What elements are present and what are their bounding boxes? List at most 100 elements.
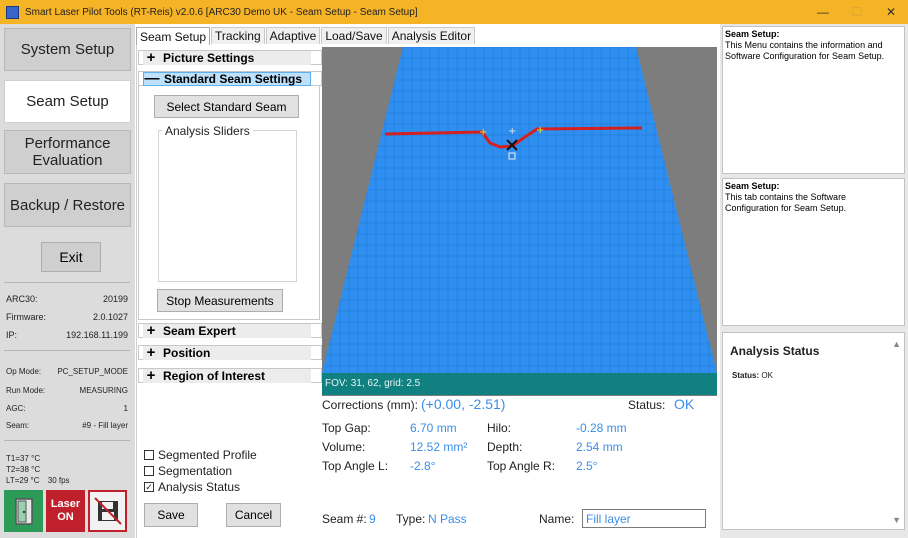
system-setup-button[interactable]: System Setup: [4, 28, 131, 71]
segmented-profile-option[interactable]: Segmented Profile: [144, 448, 257, 462]
fov-status-bar: FOV: 31, 62, grid: 2.5: [322, 373, 717, 395]
picture-settings-section: + Picture Settings: [138, 50, 322, 65]
top-gap-label: Top Gap:: [322, 421, 371, 435]
position-section: + Position: [138, 345, 322, 360]
center-marker: +: [508, 126, 516, 137]
tab-tracking[interactable]: Tracking: [211, 27, 265, 44]
arc30-value: 20199: [102, 294, 128, 304]
laser-on-button[interactable]: Laser ON: [46, 490, 85, 532]
top-angle-r-label: Top Angle R:: [487, 459, 556, 473]
position-header[interactable]: + Position: [143, 344, 311, 361]
expand-plus-icon: +: [146, 344, 156, 361]
temp-lt-row: LT=29 °C 30 fps: [6, 475, 70, 486]
app-icon: [6, 5, 19, 19]
exit-button[interactable]: Exit: [41, 242, 101, 272]
standard-seam-settings-header[interactable]: — Standard Seam Settings: [143, 70, 311, 87]
opmode-value: PC_SETUP_MODE: [57, 367, 128, 376]
corrections-value: (+0.00, -2.51): [421, 396, 506, 412]
temp-t2: T2=38 °C: [6, 465, 41, 474]
analysis-status-label: Analysis Status: [158, 480, 241, 494]
seam-row: Seam: #9 - Fill layer: [6, 421, 128, 430]
laser-label: Laser: [50, 498, 81, 510]
info-separator-1: [4, 282, 130, 283]
floppy-disk-graphic: [93, 497, 122, 525]
segmentation-option[interactable]: Segmentation: [144, 464, 232, 478]
tab-help-text: This tab contains the Software Configura…: [725, 192, 847, 213]
tab-load-save[interactable]: Load/Save: [321, 27, 387, 44]
floppy-disk-icon[interactable]: [88, 490, 127, 532]
performance-evaluation-button[interactable]: Performance Evaluation: [4, 130, 131, 174]
arc30-label: ARC30:: [6, 294, 38, 304]
picture-settings-header[interactable]: + Picture Settings: [143, 49, 311, 66]
segmentation-checkbox[interactable]: [144, 466, 154, 476]
tab-adaptive[interactable]: Adaptive: [265, 27, 321, 44]
backup-restore-button[interactable]: Backup / Restore: [4, 183, 131, 227]
position-label: Position: [163, 346, 211, 360]
seam-expert-header[interactable]: + Seam Expert: [143, 322, 311, 339]
menu-help-box: Seam Setup: This Menu contains the infor…: [722, 26, 905, 174]
temperature-readouts: T1=37 °C T2=38 °C LT=29 °C 30 fps: [6, 453, 70, 486]
scroll-down-arrow-icon[interactable]: ▼: [892, 515, 901, 525]
analysis-sliders-group: [158, 130, 297, 282]
close-button[interactable]: ✕: [874, 0, 908, 24]
top-gap-value: 6.70 mm: [410, 421, 457, 435]
hilo-label: Hilo:: [487, 421, 512, 435]
camera-view[interactable]: + + +: [322, 47, 717, 396]
analysis-status-option[interactable]: ✓ Analysis Status: [144, 480, 240, 494]
left-edge-marker: +: [479, 127, 487, 138]
right-edge-marker: +: [536, 125, 544, 136]
runmode-value: MEASURING: [79, 386, 128, 395]
analysis-status-checkbox[interactable]: ✓: [144, 482, 154, 492]
firmware-value: 2.0.1027: [92, 312, 128, 322]
performance-evaluation-label-line1: Performance: [24, 135, 111, 152]
region-of-interest-header[interactable]: + Region of Interest: [143, 368, 311, 383]
select-standard-seam-button[interactable]: Select Standard Seam: [154, 95, 299, 118]
laser-state: ON: [57, 511, 74, 523]
tab-help-box: Seam Setup: This tab contains the Softwa…: [722, 178, 905, 326]
agc-value: 1: [123, 404, 128, 413]
collapse-minus-icon: —: [144, 70, 160, 87]
volume-value: 12.52 mm²: [410, 440, 468, 454]
firmware-row: Firmware: 2.0.1027: [6, 312, 128, 322]
type-value: N Pass: [428, 512, 467, 526]
seam-setup-button[interactable]: Seam Setup: [4, 80, 131, 123]
door-icon[interactable]: [4, 490, 43, 532]
seam-number-value: 9: [369, 512, 376, 526]
door-icon-graphic: [14, 498, 33, 525]
analysis-sliders-label: Analysis Sliders: [162, 124, 253, 138]
name-label: Name:: [539, 512, 575, 526]
firmware-label: Firmware:: [6, 312, 46, 322]
status-label: Status:: [628, 398, 666, 412]
runmode-row: Run Mode: MEASURING: [6, 386, 128, 395]
analysis-status-title: Analysis Status: [730, 344, 820, 358]
segmented-profile-checkbox[interactable]: [144, 450, 154, 460]
performance-evaluation-label-line2: Evaluation: [32, 152, 103, 169]
stop-measurements-button[interactable]: Stop Measurements: [157, 289, 283, 312]
picture-settings-label: Picture Settings: [163, 51, 255, 65]
cancel-button[interactable]: Cancel: [226, 503, 281, 527]
window-title: Smart Laser Pilot Tools (RT-Reis) v2.0.6…: [25, 6, 418, 18]
expand-plus-icon: +: [146, 49, 156, 66]
analysis-status-panel: Analysis Status Status: OK ▲ ▼: [722, 332, 905, 530]
tab-seam-setup[interactable]: Seam Setup: [136, 27, 211, 45]
opmode-label: Op Mode:: [6, 367, 42, 376]
hilo-value: -0.28 mm: [576, 421, 627, 435]
seam-name-input[interactable]: [582, 509, 706, 528]
minimize-button[interactable]: —: [806, 0, 840, 24]
top-angle-l-value: -2.8°: [410, 459, 436, 473]
runmode-label: Run Mode:: [6, 386, 46, 395]
ip-row: IP: 192.168.11.199: [6, 330, 128, 340]
seam-expert-label: Seam Expert: [163, 324, 236, 338]
tab-analysis-editor[interactable]: Analysis Editor: [387, 27, 476, 44]
analysis-status-value: OK: [761, 371, 773, 380]
agc-label: AGC:: [6, 404, 26, 413]
maximize-button[interactable]: ☐: [840, 0, 874, 24]
scroll-up-arrow-icon[interactable]: ▲: [892, 339, 901, 349]
analysis-status-key: Status:: [732, 371, 760, 380]
measurement-field: [322, 47, 717, 373]
volume-label: Volume:: [322, 440, 366, 454]
seam-info-label: Seam:: [6, 421, 30, 430]
bottom-icon-bar: Laser ON: [4, 490, 127, 532]
expand-plus-icon: +: [146, 322, 156, 339]
save-button[interactable]: Save: [144, 503, 198, 527]
